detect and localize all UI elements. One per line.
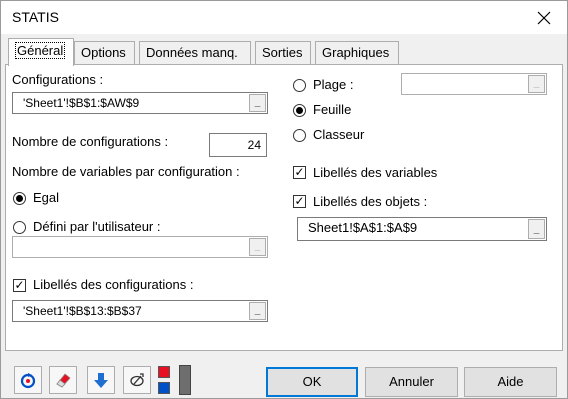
defini-field[interactable]: _ <box>12 236 268 258</box>
libelles-objets-field[interactable]: Sheet1!$A$1:$A$9 _ <box>297 217 547 241</box>
defini-label: Défini par l'utilisateur : <box>33 219 161 234</box>
libelles-objets-checkbox[interactable]: ✓ <box>293 195 306 208</box>
tab-graphiques[interactable]: Graphiques <box>315 41 399 64</box>
libelles-variables-label: Libellés des variables <box>313 165 438 180</box>
configurations-value: 'Sheet1'!$B$1:$AW$9 <box>23 96 140 110</box>
libelles-variables-checkbox[interactable]: ✓ <box>293 166 306 179</box>
tab-options[interactable]: Options <box>74 41 135 64</box>
eraser-button[interactable] <box>49 366 77 394</box>
configurations-label: Configurations : <box>12 72 104 87</box>
feuille-label: Feuille <box>313 102 352 117</box>
libelles-configurations-value: 'Sheet1'!$B$13:$B$37 <box>23 304 142 318</box>
close-button[interactable] <box>521 1 567 34</box>
cancel-button[interactable]: Annuler <box>365 367 458 397</box>
feuille-radio[interactable] <box>293 104 306 117</box>
title-bar: STATIS <box>1 1 567 34</box>
libelles-configurations-range-button[interactable]: _ <box>249 302 266 320</box>
defini-radio[interactable] <box>13 221 26 234</box>
red-swatch <box>158 366 170 378</box>
tab-sorties[interactable]: Sorties <box>255 41 311 64</box>
egal-radio[interactable] <box>13 192 26 205</box>
libelles-objets-label: Libellés des objets : <box>313 194 428 209</box>
plage-range-button[interactable]: _ <box>528 75 545 93</box>
libelles-objets-value: Sheet1!$A$1:$A$9 <box>308 220 418 235</box>
nb-configurations-input[interactable]: 24 <box>209 133 267 157</box>
reset-button[interactable] <box>14 366 42 394</box>
libelles-configurations-field[interactable]: 'Sheet1'!$B$13:$B$37 _ <box>12 300 268 322</box>
window-title: STATIS <box>12 9 59 25</box>
nb-configurations-label: Nombre de configurations : <box>12 134 169 149</box>
eraser-icon <box>56 373 71 388</box>
plage-label: Plage : <box>313 77 354 92</box>
tab-general[interactable]: Général <box>8 38 74 66</box>
classeur-radio[interactable] <box>293 129 306 142</box>
classeur-label: Classeur <box>313 127 365 142</box>
libelles-objets-range-button[interactable]: _ <box>528 219 545 239</box>
selection-button[interactable] <box>123 366 151 394</box>
blue-swatch <box>158 382 170 394</box>
libelles-configurations-label: Libellés des configurations : <box>33 277 194 292</box>
close-icon <box>537 11 551 24</box>
tab-general-label: Général <box>15 42 66 59</box>
defini-range-button[interactable]: _ <box>249 238 266 256</box>
configurations-range-button[interactable]: _ <box>249 94 266 112</box>
down-arrow-icon <box>94 373 108 388</box>
ok-button[interactable]: OK <box>266 367 358 397</box>
help-button[interactable]: Aide <box>464 367 557 397</box>
nb-variables-label: Nombre de variables par configuration : <box>12 164 240 179</box>
configurations-field[interactable]: 'Sheet1'!$B$1:$AW$9 _ <box>12 92 268 114</box>
color-bar <box>179 365 191 395</box>
statis-dialog: STATIS Général Options Données manq. Sor… <box>0 0 568 399</box>
selection-icon <box>130 373 144 387</box>
plage-radio[interactable] <box>293 79 306 92</box>
egal-label: Egal <box>33 190 60 205</box>
tab-donnees-manquantes[interactable]: Données manq. <box>139 41 251 64</box>
general-panel: Configurations : 'Sheet1'!$B$1:$AW$9 _ N… <box>5 64 563 351</box>
move-down-button[interactable] <box>87 366 115 394</box>
plage-field[interactable]: _ <box>401 73 547 95</box>
reset-icon <box>20 373 36 389</box>
libelles-configurations-checkbox[interactable]: ✓ <box>13 279 26 292</box>
color-swatch-icon[interactable] <box>158 366 172 395</box>
